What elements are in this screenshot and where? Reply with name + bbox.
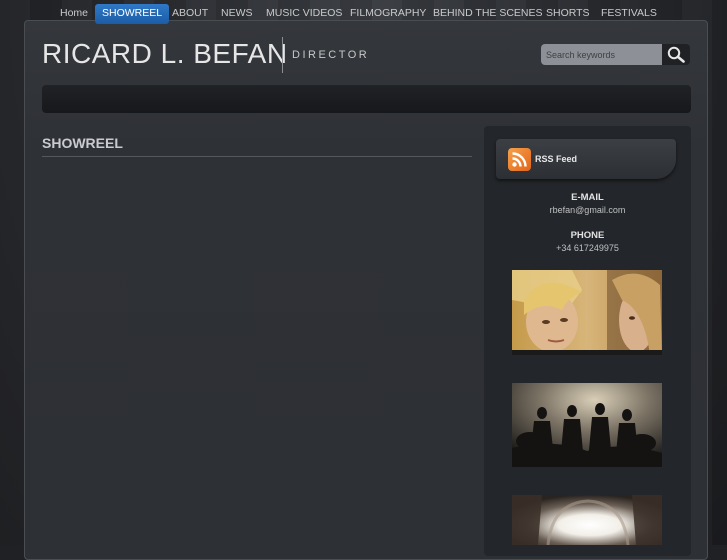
rss-feed-label[interactable]: RSS Feed [535,154,577,164]
thumbnail-image[interactable] [512,495,662,545]
nav-item-about[interactable]: ABOUT [172,0,208,28]
nav-item-behind-the-scenes[interactable]: BEHIND THE SCENES [433,0,543,28]
nav-item-showreel[interactable]: SHOWREEL [95,4,170,24]
magnifier-icon [667,46,685,63]
phone-value: +34 617249975 [556,243,619,253]
search-button[interactable] [662,44,690,65]
site-title[interactable]: RICARD L. BEFAN [42,38,288,70]
title-divider [282,37,283,73]
site-tagline: DIRECTOR [292,49,370,61]
rss-icon[interactable] [508,148,531,171]
email-label: E-MAIL [571,192,604,203]
nav-item-music-videos[interactable]: MUSIC VIDEOS [266,0,342,28]
nav-item-news[interactable]: NEWS [221,0,253,28]
nav-item-festivals[interactable]: FESTIVALS [601,0,657,28]
page-title: SHOWREEL [42,135,123,151]
search-input[interactable] [541,44,662,65]
nav-item-home[interactable]: Home [60,0,88,28]
nav-item-shorts[interactable]: SHORTS [546,0,590,28]
thumbnail-image[interactable] [512,383,662,467]
main-navigation [42,85,691,113]
thumbnail-image[interactable] [512,270,662,355]
phone-label: PHONE [570,230,605,241]
email-value[interactable]: rbefan@gmail.com [496,205,679,215]
title-underline [42,156,472,157]
nav-item-filmography[interactable]: FILMOGRAPHY [350,0,426,28]
